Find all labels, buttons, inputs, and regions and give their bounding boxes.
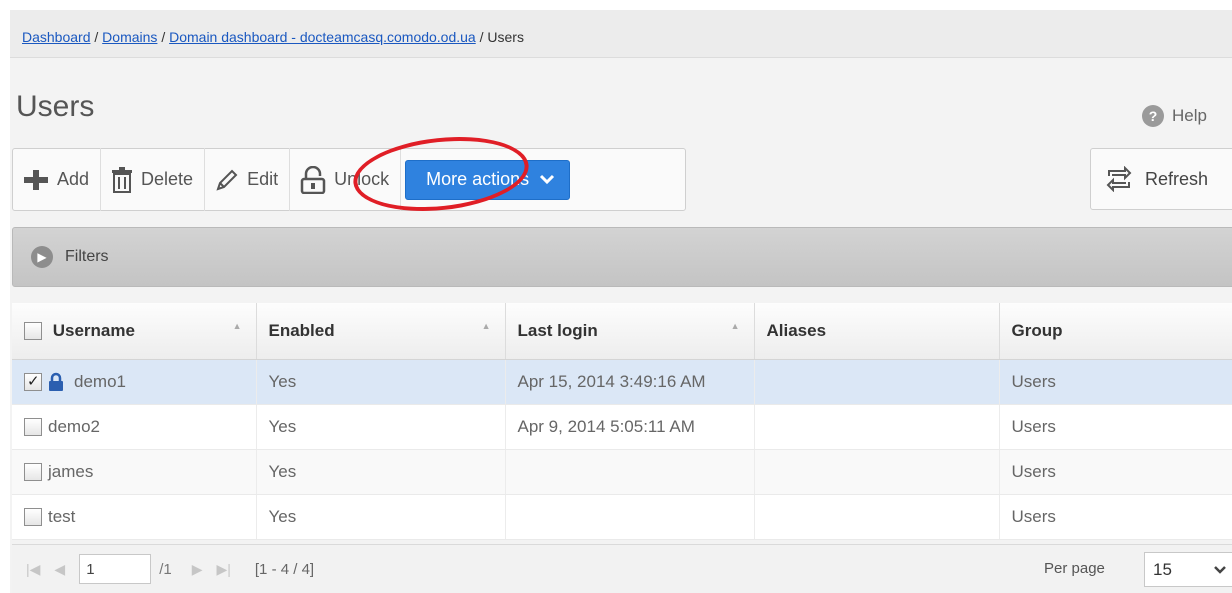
help-label: Help	[1172, 106, 1207, 125]
breadcrumb-current: Users	[487, 29, 524, 45]
breadcrumb-separator: /	[94, 29, 99, 45]
aliases-cell	[754, 359, 1000, 405]
column-header-label: Username	[52, 320, 135, 340]
row-checkbox[interactable]	[24, 372, 42, 391]
breadcrumb: Dashboard / Domains / Domain dashboard -…	[10, 10, 1232, 58]
row-checkbox[interactable]	[24, 507, 42, 526]
username-cell: test	[48, 506, 76, 526]
username-cell: james	[48, 461, 94, 481]
more-actions-button[interactable]: More actions	[405, 159, 571, 200]
per-page-select[interactable]: 15	[1144, 552, 1232, 587]
page-title: Users	[16, 90, 95, 123]
last-login-cell: Apr 15, 2014 3:49:16 AM	[505, 359, 755, 405]
column-header-aliases[interactable]: Aliases	[754, 303, 1000, 360]
aliases-cell	[754, 494, 1000, 540]
plus-icon	[24, 169, 48, 190]
table-row[interactable]: test Yes Users	[12, 494, 1232, 540]
trash-icon	[112, 166, 133, 193]
delete-label: Delete	[141, 169, 194, 189]
actions-toolbar: Add Delete Edit Unlock More actions	[12, 148, 686, 211]
username-cell: demo1	[74, 371, 126, 391]
pencil-icon	[216, 169, 238, 191]
last-login-cell: Apr 9, 2014 5:05:11 AM	[505, 404, 755, 450]
table-row[interactable]: demo1 Yes Apr 15, 2014 3:49:16 AM Users	[12, 359, 1232, 405]
last-login-cell	[505, 494, 755, 540]
pagination-bar: |◀ ◀ /1 ▶ ▶| [1 - 4 / 4] Per page 15	[12, 544, 1232, 593]
column-header-username[interactable]: Username ▲	[12, 303, 257, 360]
row-checkbox[interactable]	[24, 417, 42, 436]
group-cell: Users	[999, 359, 1232, 405]
add-label: Add	[57, 169, 90, 189]
refresh-icon	[1106, 166, 1132, 192]
breadcrumb-dashboard-link[interactable]: Dashboard	[22, 29, 91, 45]
enabled-cell: Yes	[256, 494, 506, 540]
unlock-label: Unlock	[334, 169, 390, 189]
unlock-button[interactable]: Unlock	[290, 148, 402, 211]
per-page-label: Per page	[1044, 560, 1105, 577]
username-cell: demo2	[48, 416, 100, 436]
filters-label: Filters	[65, 248, 109, 265]
sort-icon: ▲	[730, 321, 740, 331]
aliases-cell	[754, 404, 1000, 450]
chevron-down-icon	[1214, 565, 1226, 574]
select-all-checkbox[interactable]	[24, 322, 42, 341]
edit-label: Edit	[247, 169, 279, 189]
help-icon: ?	[1142, 105, 1164, 127]
page-number-input[interactable]	[79, 554, 152, 584]
column-header-label: Enabled	[268, 320, 335, 340]
table-row[interactable]: james Yes Users	[12, 449, 1232, 495]
table-row[interactable]: demo2 Yes Apr 9, 2014 5:05:11 AM Users	[12, 404, 1232, 450]
help-link[interactable]: ? Help	[1142, 105, 1207, 127]
users-page: Dashboard / Domains / Domain dashboard -…	[10, 10, 1232, 593]
group-cell: Users	[999, 494, 1232, 540]
first-page-icon[interactable]: |◀	[26, 561, 40, 578]
last-login-cell	[505, 449, 755, 495]
total-pages: /1	[159, 560, 172, 578]
column-header-label: Group	[1011, 320, 1063, 340]
enabled-cell: Yes	[256, 449, 506, 495]
filters-panel-toggle[interactable]: ▶ Filters	[12, 227, 1232, 287]
column-header-group[interactable]: Group	[999, 303, 1232, 360]
record-range: [1 - 4 / 4]	[254, 560, 315, 578]
group-cell: Users	[999, 449, 1232, 495]
breadcrumb-separator: /	[161, 29, 166, 45]
column-header-enabled[interactable]: Enabled ▲	[256, 303, 506, 360]
last-page-icon[interactable]: ▶|	[216, 561, 230, 578]
delete-button[interactable]: Delete	[101, 148, 206, 211]
per-page-value: 15	[1153, 559, 1172, 579]
breadcrumb-domain-dashboard-link[interactable]: Domain dashboard - docteamcasq.comodo.od…	[169, 29, 476, 45]
breadcrumb-domains-link[interactable]: Domains	[102, 29, 157, 45]
previous-page-icon[interactable]: ◀	[54, 561, 65, 578]
breadcrumb-separator: /	[479, 29, 484, 45]
add-button[interactable]: Add	[13, 148, 102, 211]
column-header-label: Last login	[517, 320, 598, 340]
row-checkbox[interactable]	[24, 462, 42, 481]
expand-arrow-icon: ▶	[31, 246, 53, 268]
more-actions-label: More actions	[426, 169, 530, 189]
refresh-button[interactable]: Refresh	[1090, 148, 1232, 210]
column-header-label: Aliases	[766, 320, 827, 340]
enabled-cell: Yes	[256, 404, 506, 450]
users-table: Username ▲ Enabled ▲ Last login ▲ Aliase…	[12, 303, 1232, 540]
aliases-cell	[754, 449, 1000, 495]
column-header-last-login[interactable]: Last login ▲	[505, 303, 755, 360]
lock-icon	[49, 372, 63, 391]
sort-icon: ▲	[232, 321, 242, 331]
refresh-label: Refresh	[1145, 168, 1209, 189]
enabled-cell: Yes	[256, 359, 506, 405]
next-page-icon[interactable]: ▶	[192, 561, 203, 578]
chevron-down-icon	[540, 174, 555, 184]
edit-button[interactable]: Edit	[205, 148, 291, 211]
group-cell: Users	[999, 404, 1232, 450]
unlock-icon	[300, 165, 326, 194]
sort-icon: ▲	[481, 321, 491, 331]
